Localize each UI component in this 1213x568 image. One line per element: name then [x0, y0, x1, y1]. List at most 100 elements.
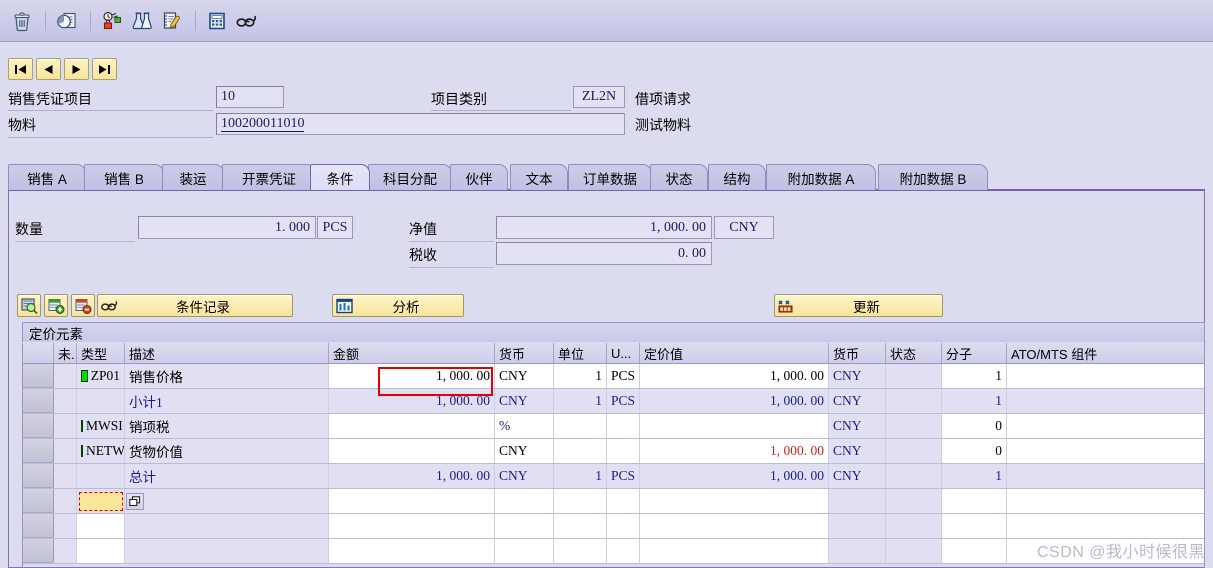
delete-icon[interactable]: [8, 7, 36, 35]
cell-inactive[interactable]: [54, 364, 77, 388]
column-header-ato_mts[interactable]: ATO/MTS 组件: [1007, 343, 1204, 363]
tab-11[interactable]: 附加数据 A: [766, 164, 876, 190]
cell-condition_value[interactable]: 1, 000. 00: [640, 364, 829, 388]
cell-currency1[interactable]: CNY: [495, 439, 554, 463]
cell-amount[interactable]: [329, 539, 495, 563]
cell-description[interactable]: 货物价值: [125, 439, 329, 463]
column-header-sel[interactable]: [23, 343, 54, 363]
cell-ato_mts[interactable]: [1007, 414, 1204, 438]
table-row[interactable]: [23, 514, 1204, 539]
cell-per[interactable]: 1: [554, 364, 607, 388]
cell-sel[interactable]: [23, 489, 54, 513]
cell-status[interactable]: [886, 439, 942, 463]
cell-type[interactable]: [77, 389, 125, 413]
column-header-uom[interactable]: U...: [607, 343, 640, 363]
quantity-input[interactable]: 1. 000: [138, 216, 316, 239]
cell-description[interactable]: 小计1: [125, 389, 329, 413]
nav-first-button[interactable]: [8, 58, 33, 80]
cell-sel[interactable]: [23, 364, 54, 388]
table-row[interactable]: MWSI 销项税% CNY 0: [23, 414, 1204, 439]
cell-ato_mts[interactable]: [1007, 539, 1204, 563]
cell-type[interactable]: [77, 464, 125, 488]
cell-numerator[interactable]: [942, 514, 1007, 538]
cell-condition_value[interactable]: [640, 414, 829, 438]
cell-amount[interactable]: [329, 489, 495, 513]
cell-description[interactable]: [125, 489, 329, 513]
cell-condition_value[interactable]: 1, 000. 00: [640, 439, 829, 463]
cell-uom[interactable]: [607, 414, 640, 438]
tab-2[interactable]: 装运: [162, 164, 224, 190]
cell-ato_mts[interactable]: [1007, 464, 1204, 488]
tab-5[interactable]: 科目分配: [368, 164, 452, 190]
cell-amount[interactable]: 1, 000. 00: [329, 389, 495, 413]
net-value-currency[interactable]: CNY: [714, 216, 774, 239]
cell-uom[interactable]: [607, 514, 640, 538]
cell-condition_value[interactable]: [640, 514, 829, 538]
cell-inactive[interactable]: [54, 489, 77, 513]
tab-6[interactable]: 伙伴: [450, 164, 508, 190]
cell-currency2[interactable]: [829, 489, 886, 513]
analysis-button[interactable]: 分析: [332, 294, 464, 317]
nav-last-button[interactable]: [92, 58, 117, 80]
cell-currency2[interactable]: CNY: [829, 389, 886, 413]
cell-currency1[interactable]: [495, 514, 554, 538]
tax-input[interactable]: 0. 00: [496, 242, 712, 265]
column-header-per[interactable]: 单位: [554, 343, 607, 363]
delete-row-button[interactable]: [71, 294, 95, 317]
condition-record-button[interactable]: 条件记录: [97, 294, 293, 317]
cell-per[interactable]: [554, 439, 607, 463]
cell-type[interactable]: [77, 539, 125, 563]
table-row[interactable]: [23, 539, 1204, 564]
tab-9[interactable]: 状态: [650, 164, 708, 190]
cell-amount[interactable]: 1, 000. 00: [329, 364, 495, 388]
cell-status[interactable]: [886, 489, 942, 513]
table-row[interactable]: NETW 货物价值 CNY 1, 000. 00 CNY 0: [23, 439, 1204, 464]
tab-0[interactable]: 销售 A: [8, 164, 86, 190]
column-header-description[interactable]: 描述: [125, 343, 329, 363]
cell-uom[interactable]: [607, 439, 640, 463]
cell-uom[interactable]: PCS: [607, 364, 640, 388]
cell-sel[interactable]: [23, 389, 54, 413]
cell-amount[interactable]: [329, 439, 495, 463]
notepad-edit-icon[interactable]: [158, 7, 186, 35]
cell-currency1[interactable]: %: [495, 414, 554, 438]
cell-numerator[interactable]: 1: [942, 364, 1007, 388]
cell-per[interactable]: [554, 489, 607, 513]
column-header-numerator[interactable]: 分子: [942, 343, 1007, 363]
column-header-condition_value[interactable]: 定价值: [640, 343, 829, 363]
cell-status[interactable]: [886, 464, 942, 488]
cell-description[interactable]: [125, 539, 329, 563]
sales-document-item-input[interactable]: 10: [216, 86, 284, 108]
material-input[interactable]: 100200011010: [216, 113, 625, 135]
table-row[interactable]: ZP01 销售价格 1, 000. 00 CNY 1 PCS 1, 000. 00 CNY 1: [23, 364, 1204, 389]
cell-per[interactable]: [554, 414, 607, 438]
glasses-display-icon[interactable]: [233, 7, 261, 35]
cell-amount[interactable]: [329, 414, 495, 438]
cell-condition_value[interactable]: 1, 000. 00: [640, 464, 829, 488]
cell-currency2[interactable]: CNY: [829, 364, 886, 388]
column-header-currency1[interactable]: 货币: [495, 343, 554, 363]
flask-icon[interactable]: [128, 7, 156, 35]
quantity-uom[interactable]: PCS: [317, 216, 353, 239]
tab-10[interactable]: 结构: [708, 164, 766, 190]
cell-ato_mts[interactable]: [1007, 364, 1204, 388]
tab-7[interactable]: 文本: [510, 164, 568, 190]
cell-sel[interactable]: [23, 439, 54, 463]
cell-type[interactable]: ZP01: [77, 364, 125, 388]
cell-numerator[interactable]: [942, 489, 1007, 513]
cell-numerator[interactable]: 1: [942, 464, 1007, 488]
cell-currency1[interactable]: CNY: [495, 464, 554, 488]
cell-numerator[interactable]: 0: [942, 414, 1007, 438]
cell-currency1[interactable]: [495, 489, 554, 513]
cell-inactive[interactable]: [54, 389, 77, 413]
cell-currency1[interactable]: [495, 539, 554, 563]
cell-condition_value[interactable]: [640, 489, 829, 513]
configuration-lock-icon[interactable]: [98, 7, 126, 35]
cell-description[interactable]: [125, 514, 329, 538]
cell-ato_mts[interactable]: [1007, 489, 1204, 513]
cell-currency2[interactable]: [829, 539, 886, 563]
document-overview-icon[interactable]: [53, 7, 81, 35]
table-row[interactable]: 总计 1, 000. 00 CNY 1 PCS 1, 000. 00 CNY 1: [23, 464, 1204, 489]
column-header-inactive[interactable]: 未.: [54, 343, 77, 363]
cell-per[interactable]: [554, 539, 607, 563]
